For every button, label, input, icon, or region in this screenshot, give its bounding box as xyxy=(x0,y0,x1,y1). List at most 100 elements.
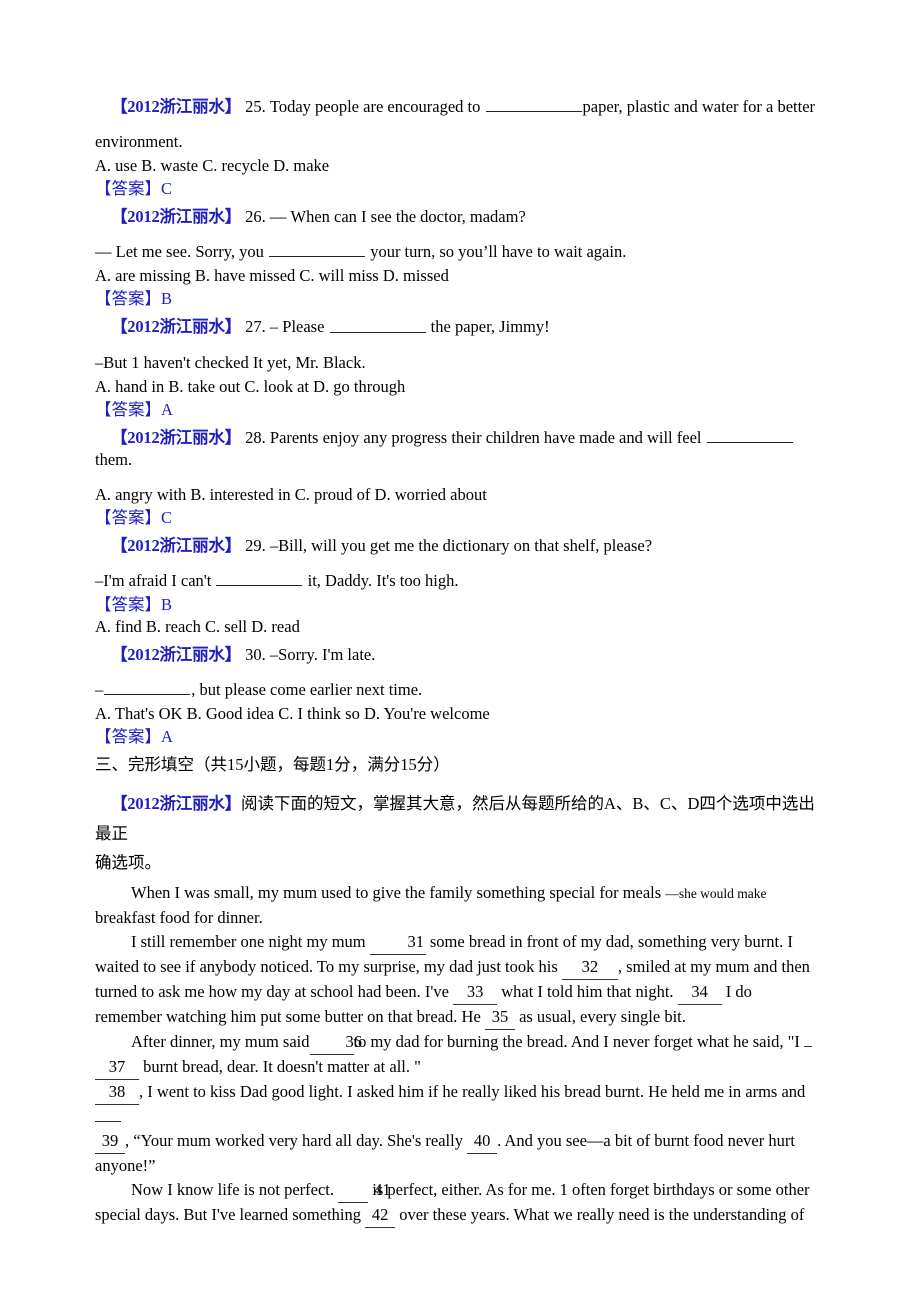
source-tag: 【2012浙江丽水】 xyxy=(111,207,242,227)
passage-paragraph-5: Now I know life is not perfect. 41 is pe… xyxy=(95,1178,822,1204)
answer-tag: 【答案】 xyxy=(95,289,161,309)
answer-blank xyxy=(269,241,366,258)
passage-text: . And you see—a bit of burnt food never … xyxy=(497,1131,795,1151)
line-wrap-rule xyxy=(803,1031,812,1048)
continuation-after: it, Daddy. It's too high. xyxy=(303,570,459,590)
passage-text-small: —she would make xyxy=(665,886,767,902)
question-options: A. That's OK B. Good idea C. I think so … xyxy=(95,704,490,724)
source-tag: 【2012浙江丽水】 xyxy=(111,97,242,117)
question-options: A. find B. reach C. sell D. read xyxy=(95,616,300,636)
question-options: A. use B. waste C. recycle D. make xyxy=(95,156,330,176)
passage-text: I still remember one night my mum xyxy=(131,932,370,952)
question-block-29: 【2012浙江丽水】 29. –Bill, will you get me th… xyxy=(95,535,822,638)
section-instruction-line-1: 【2012浙江丽水】阅读下面的短文，掌握其大意，然后从每题所给的A、B、C、D四… xyxy=(95,789,822,849)
answer-tag: 【答案】 xyxy=(95,594,161,614)
question-continuation: – , but please come earlier next time. xyxy=(95,679,822,701)
answer-value: B xyxy=(161,594,173,614)
answer-tag: 【答案】 xyxy=(95,727,161,747)
passage-paragraph-2: I still remember one night my mum 31 som… xyxy=(95,930,822,956)
passage-paragraph-3-l2: 37 burnt bread, dear. It doesn't matter … xyxy=(95,1055,822,1081)
question-stem: 【2012浙江丽水】 27. – Please the paper, Jimmy… xyxy=(95,316,822,338)
question-stem-text-before: 25. Today people are encouraged to xyxy=(245,97,485,117)
passage-paragraph-2-l2: waited to see if anybody noticed. To my … xyxy=(95,955,822,981)
line-wrap-rule xyxy=(95,1106,121,1123)
passage-paragraph-4-l2: 39, “Your mum worked very hard all day. … xyxy=(95,1129,822,1155)
passage-text: what I told him that night. xyxy=(497,982,678,1002)
answer-tag: 【答案】 xyxy=(95,507,161,527)
passage-paragraph-2-l3: turned to ask me how my day at school ha… xyxy=(95,980,822,1006)
source-tag: 【2012浙江丽水】 xyxy=(111,427,242,447)
passage-text: When I was small, my mum used to give th… xyxy=(131,883,666,903)
continuation-after: , but please come earlier next time. xyxy=(191,680,423,700)
answer-value: B xyxy=(161,289,173,309)
question-stem: 【2012浙江丽水】 28. Parents enjoy any progres… xyxy=(95,427,822,471)
question-stem: 【2012浙江丽水】 29. –Bill, will you get me th… xyxy=(95,535,822,557)
passage-text: is perfect, either. As for me. 1 often f… xyxy=(368,1180,810,1200)
source-tag: 【2012浙江丽水】 xyxy=(111,317,242,337)
continuation-before: –I'm afraid I can't xyxy=(95,570,216,590)
question-stem-text-before: 30. –Sorry. I'm late. xyxy=(245,644,376,664)
question-stem-text-after: paper, plastic and water for a better xyxy=(582,97,816,117)
question-stem-text-before: 29. –Bill, will you get me the dictionar… xyxy=(245,535,653,555)
passage-text: Now I know life is not perfect. xyxy=(131,1180,339,1200)
continuation-before: – xyxy=(95,680,104,700)
cloze-blank-40: 40 xyxy=(467,1129,498,1155)
cloze-blank-32: 32 xyxy=(561,955,618,981)
passage-paragraph-4-l3: anyone!” xyxy=(95,1156,156,1176)
cloze-blank-36: 36 xyxy=(309,1030,362,1056)
question-stem-text-before: 26. — When can I see the doctor, madam? xyxy=(245,207,526,227)
question-block-25: 【2012浙江丽水】 25. Today people are encourag… xyxy=(95,96,822,200)
passage-text: waited to see if anybody noticed. To my … xyxy=(95,957,562,977)
source-tag: 【2012浙江丽水】 xyxy=(111,535,242,555)
passage-text: over these years. What we really need is… xyxy=(395,1205,805,1225)
passage-paragraph-3: After dinner, my mum said 36to my dad for… xyxy=(95,1030,822,1056)
source-tag: 【2012浙江丽水】 xyxy=(111,794,242,814)
cloze-blank-33: 33 xyxy=(453,980,498,1006)
question-block-27: 【2012浙江丽水】 27. – Please the paper, Jimmy… xyxy=(95,316,822,420)
question-options: A. hand in B. take out C. look at D. go … xyxy=(95,376,406,396)
cloze-blank-34: 34 xyxy=(677,980,722,1006)
passage-text: I do xyxy=(721,982,752,1002)
answer-line: 【答案】B xyxy=(95,288,822,310)
section-instruction-line-2: 确选项。 xyxy=(95,853,161,873)
passage-text: some bread in front of my dad, something… xyxy=(425,932,793,952)
question-stem: 【2012浙江丽水】 25. Today people are encourag… xyxy=(95,96,822,118)
question-options: A. are missing B. have missed C. will mi… xyxy=(95,266,449,286)
continuation-after: your turn, so you’ll have to wait again. xyxy=(366,242,627,262)
passage-paragraph-1-cont: breakfast food for dinner. xyxy=(95,908,263,928)
question-stem-text-after: the paper, Jimmy! xyxy=(426,317,550,337)
question-continuation: –But 1 haven't checked It yet, Mr. Black… xyxy=(95,352,366,372)
question-stem: 【2012浙江丽水】 30. –Sorry. I'm late. xyxy=(95,644,822,666)
question-options: A. angry with B. interested in C. proud … xyxy=(95,484,487,504)
cloze-blank-37: 37 xyxy=(95,1055,139,1081)
cloze-blank-41: 41 xyxy=(338,1178,391,1204)
passage-text: , smiled at my mum and then xyxy=(617,957,810,977)
document-page: 【2012浙江丽水】 25. Today people are encourag… xyxy=(0,0,920,1302)
question-continuation: — Let me see. Sorry, you your turn, so y… xyxy=(95,241,822,263)
cloze-blank-42: 42 xyxy=(365,1203,396,1229)
passage-paragraph-2-l4: remember watching him put some butter on… xyxy=(95,1005,822,1031)
passage-text: special days. But I've learned something xyxy=(95,1205,366,1225)
answer-line: 【答案】A xyxy=(95,399,822,421)
answer-value: A xyxy=(161,399,173,419)
question-block-26: 【2012浙江丽水】 26. — When can I see the doct… xyxy=(95,206,822,310)
passage-text: as usual, every single bit. xyxy=(514,1007,686,1027)
answer-line: 【答案】A xyxy=(95,726,822,748)
question-continuation: –I'm afraid I can't it, Daddy. It's too … xyxy=(95,570,822,592)
passage-paragraph-1: When I was small, my mum used to give th… xyxy=(95,881,822,906)
continuation-before: — Let me see. Sorry, you xyxy=(95,242,269,262)
passage-paragraph-5-l2: special days. But I've learned something… xyxy=(95,1203,822,1229)
answer-value: C xyxy=(161,507,173,527)
answer-blank xyxy=(104,679,191,696)
answer-line: 【答案】C xyxy=(95,178,822,200)
cloze-blank-39: 39 xyxy=(95,1129,125,1155)
question-stem: 【2012浙江丽水】 26. — When can I see the doct… xyxy=(95,206,822,228)
passage-paragraph-4: 38, I went to kiss Dad good light. I ask… xyxy=(95,1080,822,1129)
answer-tag: 【答案】 xyxy=(95,399,161,419)
source-tag: 【2012浙江丽水】 xyxy=(111,644,242,664)
answer-line: 【答案】B xyxy=(95,594,822,616)
answer-blank xyxy=(216,570,303,586)
question-stem-text-after: them. xyxy=(95,449,133,469)
question-continuation: environment. xyxy=(95,132,183,152)
question-stem-text-before: 28. Parents enjoy any progress their chi… xyxy=(245,427,706,447)
